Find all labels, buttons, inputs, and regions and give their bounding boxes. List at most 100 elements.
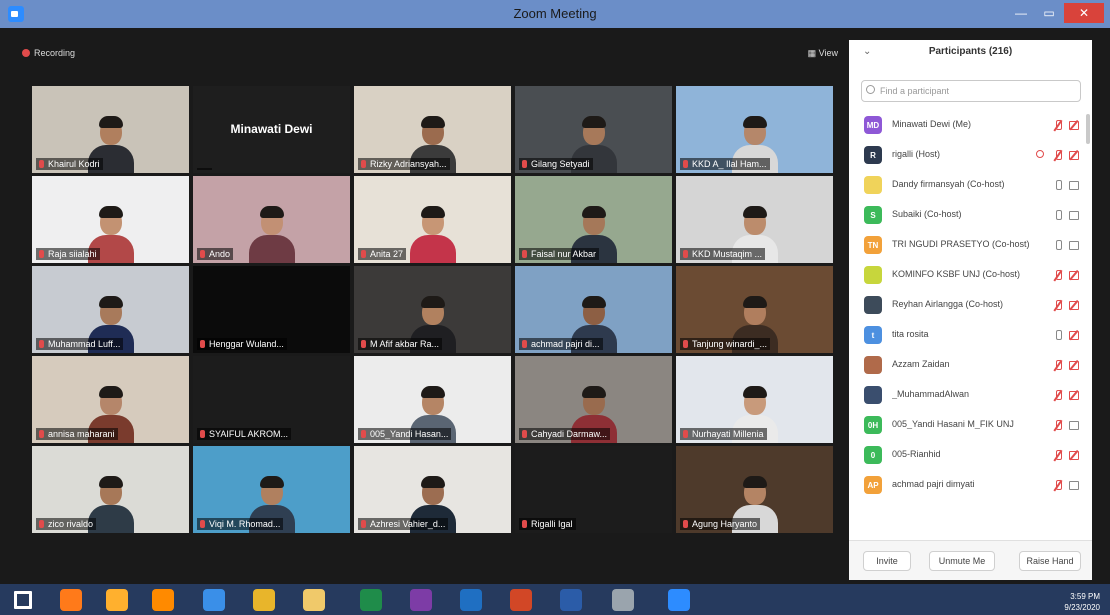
video-icon	[1069, 481, 1080, 490]
video-tile[interactable]: KKD Mustaqim ...	[676, 176, 833, 263]
view-button[interactable]: ▦ View	[808, 48, 838, 59]
video-tile[interactable]: SYAIFUL AKROM...	[193, 356, 350, 443]
tile-name-label: Gilang Setyadi	[519, 158, 593, 170]
video-tile[interactable]: Henggar Wuland...	[193, 266, 350, 353]
video-tile[interactable]: Cahyadi Darmaw...	[515, 356, 672, 443]
video-tile[interactable]: Agung Haryanto	[676, 446, 833, 533]
participant-name: _MuhammadAlwan	[892, 389, 970, 399]
avatar: AP	[864, 476, 882, 494]
video-tile[interactable]: Rigalli Igal	[515, 446, 672, 533]
taskbar: 3:59 PM 9/23/2020	[0, 584, 1110, 615]
raise-hand-button[interactable]: Raise Hand	[1019, 551, 1081, 571]
file-explorer-icon[interactable]	[303, 589, 325, 611]
tile-name-label: zico rivaldo	[36, 518, 97, 530]
avatar: S	[864, 206, 882, 224]
video-tile[interactable]: achmad pajri di...	[515, 266, 672, 353]
mic-muted-icon	[1054, 480, 1062, 491]
word-icon[interactable]	[560, 589, 582, 611]
mic-muted-icon	[1054, 360, 1062, 371]
tile-name-label: Agung Haryanto	[680, 518, 761, 530]
video-tile[interactable]: Rizky Adriansyah...	[354, 86, 511, 173]
tile-name-label: Raja siialahi	[36, 248, 100, 260]
tile-name-label: Azhresi Vahier_d...	[358, 518, 449, 530]
participant-row[interactable]: 0H 005_Yandi Hasani M_FIK UNJ	[849, 410, 1092, 440]
windows-start-icon[interactable]	[14, 591, 32, 609]
video-tile[interactable]: Raja siialahi	[32, 176, 189, 263]
avatar	[864, 296, 882, 314]
powerpoint-icon[interactable]	[510, 589, 532, 611]
video-tile[interactable]: Nurhayati Millenia	[676, 356, 833, 443]
video-off-icon	[1069, 331, 1080, 340]
mic-muted-icon	[1054, 450, 1062, 461]
tile-name-label: KKD A_ Ilal Ham...	[680, 158, 770, 170]
excel-icon[interactable]	[360, 589, 382, 611]
participant-row[interactable]: Dandy firmansyah (Co-host)	[849, 170, 1092, 200]
video-tile[interactable]: Viqi M. Rhomad...	[193, 446, 350, 533]
participant-row[interactable]: 0 005-Rianhid	[849, 440, 1092, 470]
participant-list: MD Minawati Dewi (Me) Rrigalli (Host) Dandy…	[849, 110, 1092, 542]
tile-name-label: Anita 27	[358, 248, 407, 260]
video-tile[interactable]: Anita 27	[354, 176, 511, 263]
participant-row[interactable]: t tita rosita	[849, 320, 1092, 350]
participant-row[interactable]: AP achmad pajri dimyati	[849, 470, 1092, 500]
participants-footer: Invite Unmute Me Raise Hand	[849, 540, 1092, 580]
video-tile[interactable]: Muhammad Luff...	[32, 266, 189, 353]
tile-name-label	[197, 168, 212, 170]
recording-indicator: Recording	[22, 48, 75, 58]
video-tile[interactable]: Khairul Kodri	[32, 86, 189, 173]
firefox-icon[interactable]	[60, 589, 82, 611]
window-controls: — ▭ ✕	[1008, 3, 1104, 23]
video-tile[interactable]: Faisal nur Akbar	[515, 176, 672, 263]
video-icon	[1069, 241, 1080, 250]
grid-icon: ▦	[807, 48, 819, 58]
video-tile[interactable]: zico rivaldo	[32, 446, 189, 533]
participant-row[interactable]: MD Minawati Dewi (Me)	[849, 110, 1092, 140]
video-icon	[1069, 181, 1080, 190]
zoom-icon[interactable]	[668, 589, 690, 611]
tile-name-label: Henggar Wuland...	[197, 338, 287, 350]
video-tile[interactable]: KKD A_ Ilal Ham...	[676, 86, 833, 173]
mic-muted-icon	[1054, 300, 1062, 311]
avatar: 0H	[864, 416, 882, 434]
tile-name-label: Tanjung winardi_...	[680, 338, 771, 350]
video-tile[interactable]: Gilang Setyadi	[515, 86, 672, 173]
unmute-me-button[interactable]: Unmute Me	[929, 551, 995, 571]
participant-name: TRI NGUDI PRASETYO (Co-host)	[892, 239, 1030, 249]
video-tile[interactable]: Minawati Dewi	[193, 86, 350, 173]
video-tile[interactable]: Tanjung winardi_...	[676, 266, 833, 353]
video-tile[interactable]: M Afif akbar Ra...	[354, 266, 511, 353]
tile-name-label: KKD Mustaqim ...	[680, 248, 766, 260]
participant-row[interactable]: Reyhan Airlangga (Co-host)	[849, 290, 1092, 320]
participant-name: KOMINFO KSBF UNJ (Co-host)	[892, 269, 1021, 279]
close-button[interactable]: ✕	[1064, 3, 1104, 23]
participant-row[interactable]: S Subaiki (Co-host)	[849, 200, 1092, 230]
participant-name: Azzam Zaidan	[892, 359, 950, 369]
video-grid: Khairul Kodri Minawati Dewi Rizky Adriansy…	[32, 86, 836, 533]
paint-icon[interactable]	[612, 589, 634, 611]
avatar	[864, 266, 882, 284]
mic-muted-icon	[1054, 390, 1062, 401]
outlook-icon[interactable]	[460, 589, 482, 611]
invite-button[interactable]: Invite	[863, 551, 911, 571]
video-tile[interactable]: annisa maharani	[32, 356, 189, 443]
participant-list-scrollbar[interactable]	[1086, 114, 1090, 144]
maximize-button[interactable]: ▭	[1036, 3, 1062, 23]
video-tile[interactable]: 005_Yandi Hasan...	[354, 356, 511, 443]
vlc-icon[interactable]	[152, 589, 174, 611]
clock[interactable]: 3:59 PM 9/23/2020	[1064, 591, 1100, 613]
participant-search-input[interactable]: Find a participant	[861, 80, 1081, 102]
minimize-button[interactable]: —	[1008, 3, 1034, 23]
participant-row[interactable]: KOMINFO KSBF UNJ (Co-host)	[849, 260, 1092, 290]
participant-row[interactable]: Azzam Zaidan	[849, 350, 1092, 380]
video-tile[interactable]: Azhresi Vahier_d...	[354, 446, 511, 533]
ie-icon[interactable]	[203, 589, 225, 611]
video-tile[interactable]: Ando	[193, 176, 350, 263]
avatar	[864, 176, 882, 194]
opera-icon[interactable]	[106, 589, 128, 611]
participant-row[interactable]: _MuhammadAlwan	[849, 380, 1092, 410]
participant-row[interactable]: Rrigalli (Host)	[849, 140, 1092, 170]
onenote-icon[interactable]	[410, 589, 432, 611]
title-bar: Zoom Meeting — ▭ ✕	[0, 0, 1110, 28]
participant-row[interactable]: TN TRI NGUDI PRASETYO (Co-host)	[849, 230, 1092, 260]
chrome-icon[interactable]	[253, 589, 275, 611]
